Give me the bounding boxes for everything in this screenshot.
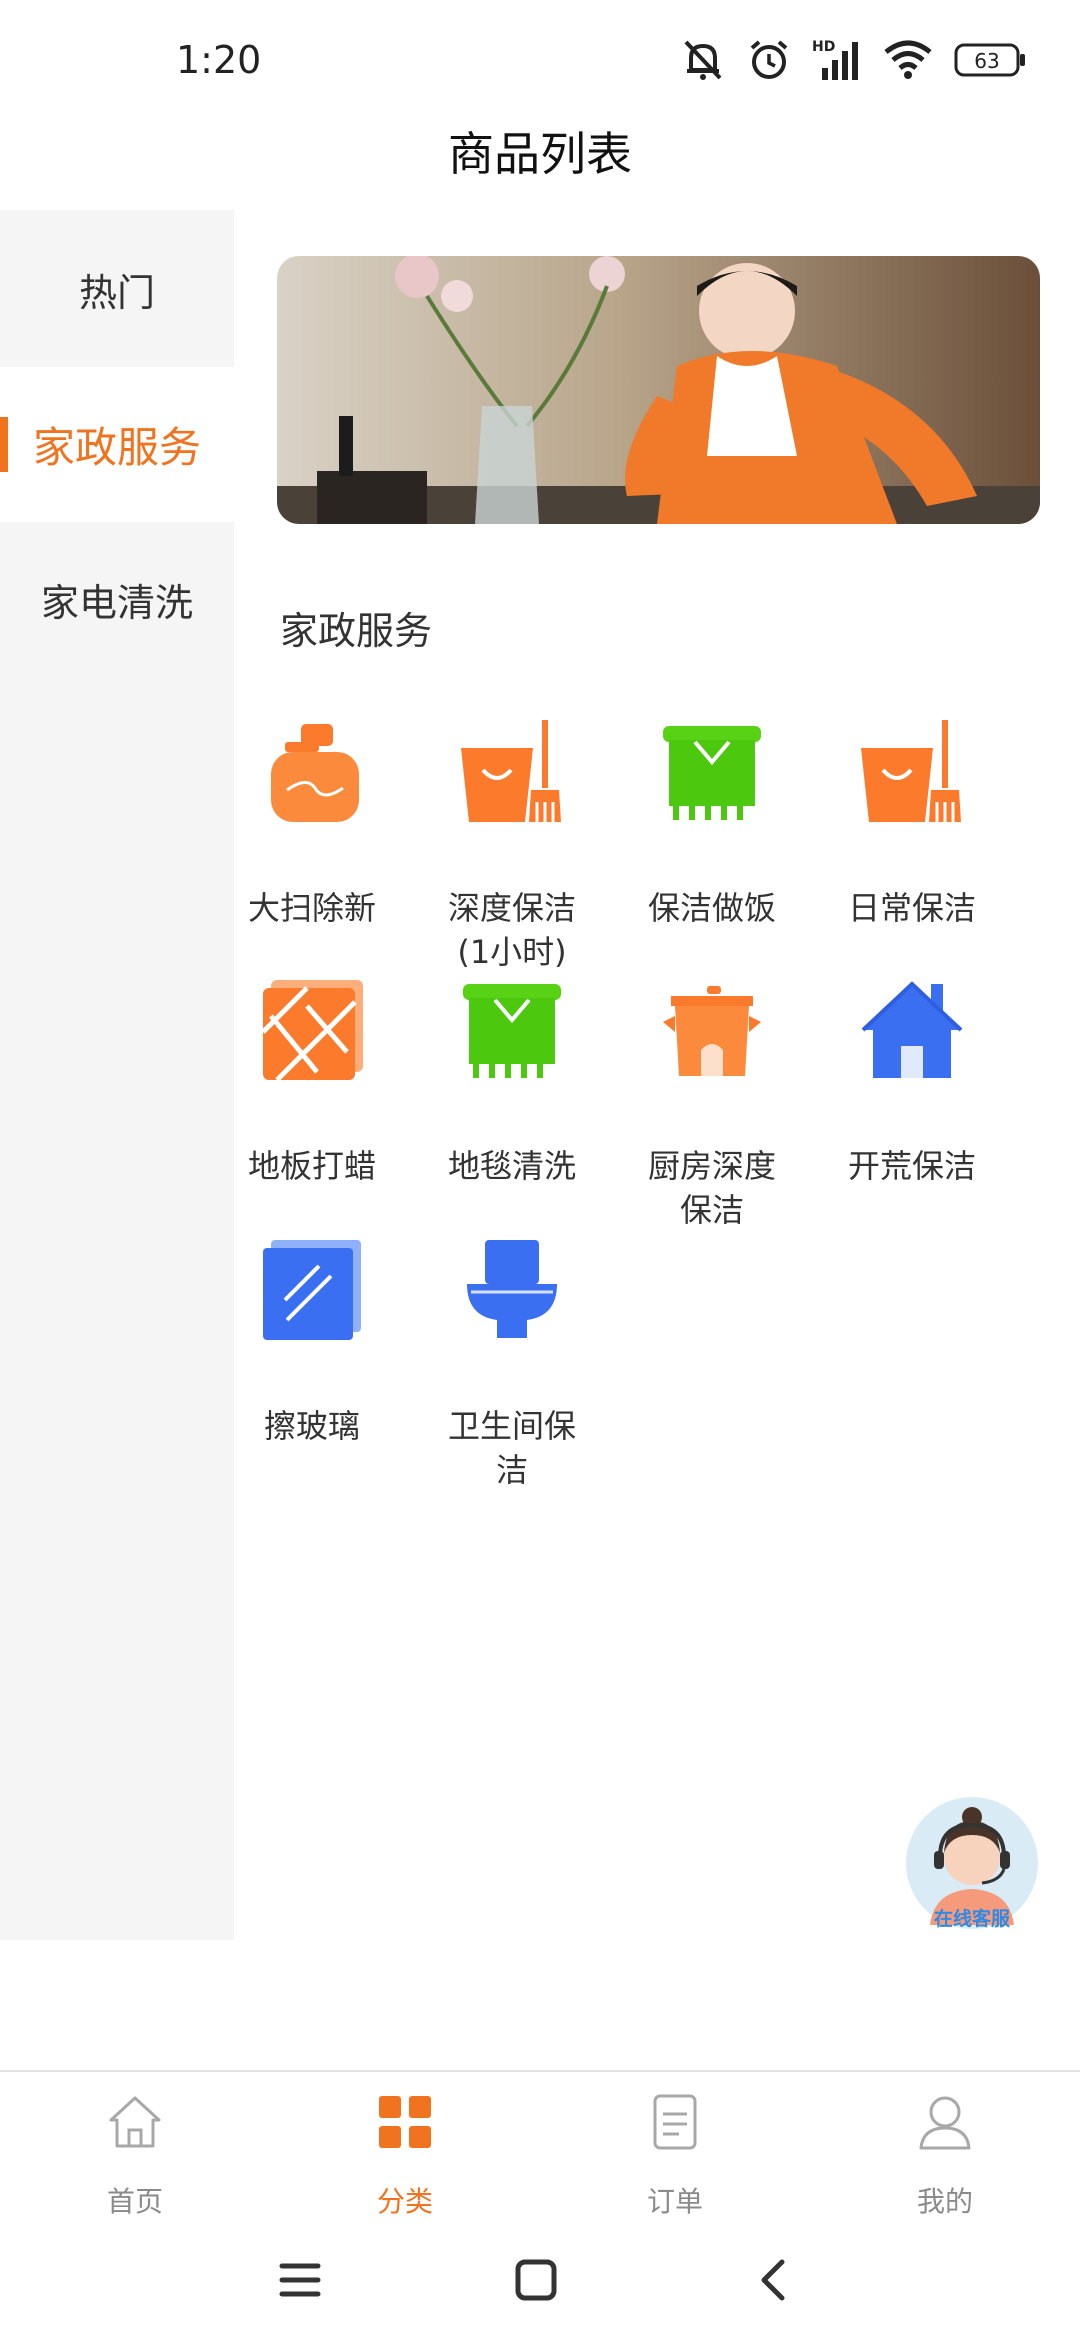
menu-nav-button[interactable] xyxy=(260,2240,340,2320)
menu-icon xyxy=(279,2263,321,2297)
home-icon xyxy=(109,2096,161,2148)
tab-label: 首页 xyxy=(106,2185,163,2218)
service-item[interactable]: 卫生间保 洁 xyxy=(412,1236,612,1489)
mute-bell-icon xyxy=(684,40,722,80)
tab-category[interactable]: 分类 xyxy=(305,2092,505,2218)
tab-label: 订单 xyxy=(646,2185,703,2218)
glass-pane-icon xyxy=(263,1240,361,1340)
section-title: 家政服务 xyxy=(280,609,433,653)
customer-service-avatar-icon: 在线客服 xyxy=(906,1797,1038,1930)
back-nav-button[interactable] xyxy=(734,2240,814,2320)
tab-label: 我的 xyxy=(916,2185,973,2218)
service-item[interactable]: 厨房深度 保洁 xyxy=(612,976,812,1229)
tab-orders[interactable]: 订单 xyxy=(575,2092,775,2218)
service-item-label: 厨房深度 保洁 xyxy=(647,1147,776,1229)
sidebar-item-hot[interactable]: 热门 xyxy=(0,212,234,367)
category-sidebar: 热门 家政服务 家电清洗 xyxy=(0,210,234,1940)
service-item[interactable]: 开荒保洁 xyxy=(812,976,1012,1186)
status-bar: 1:20 HD 63 xyxy=(0,0,1080,120)
sidebar-item-label: 家政服务 xyxy=(32,423,201,472)
service-item-label: 卫生间保 洁 xyxy=(447,1407,576,1489)
service-item-label: 开荒保洁 xyxy=(847,1147,976,1185)
service-item-label: 地板打蜡 xyxy=(247,1147,376,1185)
tab-label: 分类 xyxy=(376,2185,433,2218)
service-item-label: 地毯清洗 xyxy=(447,1147,576,1185)
service-item[interactable]: 日常保洁 xyxy=(812,718,1012,928)
sidebar-item-housekeeping[interactable]: 家政服务 xyxy=(0,367,234,522)
alarm-icon xyxy=(750,40,788,79)
sidebar-item-appliance-cleaning[interactable]: 家电清洗 xyxy=(0,522,234,677)
order-document-icon xyxy=(653,2094,697,2150)
service-item-label: 擦玻璃 xyxy=(263,1407,360,1445)
service-item-label: 日常保洁 xyxy=(847,889,976,927)
promo-banner[interactable] xyxy=(277,256,1040,524)
page-title: 商品列表 xyxy=(448,127,632,181)
square-home-icon xyxy=(515,2259,557,2301)
online-customer-service-button[interactable]: 在线客服 xyxy=(904,1795,1040,1935)
service-item-label: 深度保洁 (1小时) xyxy=(447,889,576,971)
bottom-tab-bar: 首页 分类 订单 我的 xyxy=(0,2070,1080,2220)
apron-icon xyxy=(663,726,761,820)
bucket-broom-icon xyxy=(461,720,561,822)
cooking-pot-icon xyxy=(663,986,761,1076)
wifi-icon xyxy=(884,40,932,79)
floor-tiles-icon xyxy=(261,980,363,1082)
service-item[interactable]: 地板打蜡 xyxy=(212,976,412,1186)
carpet-icon xyxy=(463,984,561,1078)
house-icon xyxy=(861,981,963,1078)
back-chevron-icon xyxy=(761,2259,785,2301)
service-item[interactable]: 大扫除新 xyxy=(212,718,412,928)
service-item[interactable]: 地毯清洗 xyxy=(412,976,612,1186)
lotion-bottle-icon xyxy=(271,724,359,822)
service-item[interactable]: 深度保洁 (1小时) xyxy=(412,718,612,971)
tab-home[interactable]: 首页 xyxy=(35,2092,235,2218)
network-label: HD xyxy=(812,39,835,55)
home-nav-button[interactable] xyxy=(496,2240,576,2320)
service-item-label: 大扫除新 xyxy=(247,889,376,927)
toilet-icon xyxy=(467,1240,557,1338)
sidebar-item-label: 家电清洗 xyxy=(40,581,193,625)
battery-icon: 63 xyxy=(954,43,1025,77)
status-time: 1:20 xyxy=(176,38,262,82)
service-item[interactable]: 保洁做饭 xyxy=(612,718,812,928)
banner-image xyxy=(277,256,1040,524)
user-profile-icon xyxy=(919,2096,971,2150)
customer-service-label: 在线客服 xyxy=(934,1907,1011,1930)
signal-icon: HD xyxy=(812,39,858,80)
battery-level: 63 xyxy=(974,49,999,73)
bucket-broom-icon xyxy=(861,720,961,822)
sidebar-item-label: 热门 xyxy=(78,271,155,315)
system-navigation-bar xyxy=(0,2220,1080,2340)
service-item[interactable]: 擦玻璃 xyxy=(212,1236,412,1446)
status-icons: HD 63 xyxy=(680,36,1026,84)
category-grid-icon xyxy=(379,2096,431,2148)
tab-profile[interactable]: 我的 xyxy=(845,2092,1045,2218)
service-item-label: 保洁做饭 xyxy=(647,889,776,927)
